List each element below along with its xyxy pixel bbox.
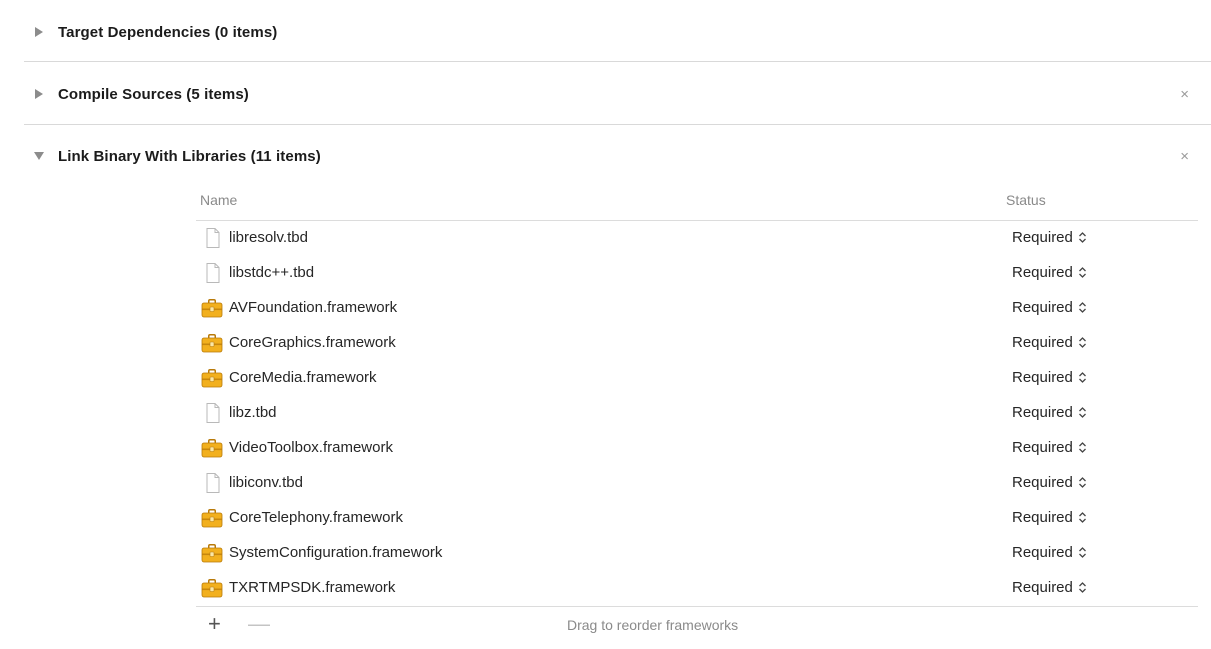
divider (24, 61, 1211, 62)
library-name: libiconv.tbd (229, 474, 303, 491)
add-library-button[interactable]: + (208, 613, 221, 635)
remove-library-button[interactable]: — (248, 613, 270, 635)
popup-stepper-icon (1073, 369, 1087, 386)
framework-toolbox-icon (201, 438, 223, 458)
table-row[interactable]: VideoToolbox.framework Required (196, 431, 1198, 466)
library-name: CoreMedia.framework (229, 369, 377, 386)
table-row[interactable]: CoreGraphics.framework Required (196, 326, 1198, 361)
status-label: Required (1012, 264, 1073, 281)
status-popup-button[interactable]: Required (1012, 509, 1087, 526)
status-label: Required (1012, 439, 1073, 456)
popup-stepper-icon (1073, 509, 1087, 526)
library-name: libresolv.tbd (229, 229, 308, 246)
popup-stepper-icon (1073, 544, 1087, 561)
status-label: Required (1012, 404, 1073, 421)
status-popup-button[interactable]: Required (1012, 264, 1087, 281)
status-popup-button[interactable]: Required (1012, 439, 1087, 456)
popup-stepper-icon (1073, 299, 1087, 316)
disclosure-triangle-collapsed-icon[interactable] (34, 89, 44, 99)
library-name: CoreTelephony.framework (229, 509, 403, 526)
library-name: libstdc++.tbd (229, 264, 315, 281)
table-header: Name Status (196, 185, 1198, 221)
popup-stepper-icon (1073, 404, 1087, 421)
library-name: SystemConfiguration.framework (229, 544, 443, 561)
framework-toolbox-icon (201, 578, 223, 598)
status-popup-button[interactable]: Required (1012, 474, 1087, 491)
popup-stepper-icon (1073, 474, 1087, 491)
file-icon (201, 228, 223, 248)
status-popup-button[interactable]: Required (1012, 579, 1087, 596)
phase-compile-sources: Compile Sources (5 items) × (0, 79, 1211, 109)
remove-phase-button[interactable]: × (1180, 149, 1189, 164)
library-name: CoreGraphics.framework (229, 334, 396, 351)
status-label: Required (1012, 579, 1073, 596)
status-popup-button[interactable]: Required (1012, 334, 1087, 351)
phase-header[interactable]: Compile Sources (5 items) × (0, 79, 1211, 109)
framework-toolbox-icon (201, 508, 223, 528)
table-row[interactable]: SystemConfiguration.framework Required (196, 536, 1198, 571)
popup-stepper-icon (1073, 264, 1087, 281)
table-row[interactable]: CoreTelephony.framework Required (196, 501, 1198, 536)
disclosure-triangle-collapsed-icon[interactable] (34, 27, 44, 37)
status-label: Required (1012, 299, 1073, 316)
status-popup-button[interactable]: Required (1012, 229, 1087, 246)
status-label: Required (1012, 509, 1073, 526)
phase-header[interactable]: Target Dependencies (0 items) (0, 17, 1211, 47)
status-label: Required (1012, 229, 1073, 246)
table-row[interactable]: TXRTMPSDK.framework Required (196, 571, 1198, 606)
phase-title: Compile Sources (5 items) (58, 85, 249, 103)
popup-stepper-icon (1073, 439, 1087, 456)
table-row[interactable]: CoreMedia.framework Required (196, 361, 1198, 396)
phase-header[interactable]: Link Binary With Libraries (11 items) × (0, 141, 1211, 171)
popup-stepper-icon (1073, 579, 1087, 596)
column-header-name[interactable]: Name (200, 192, 237, 208)
table-footer: + — Drag to reorder frameworks (196, 606, 1198, 649)
library-name: TXRTMPSDK.framework (229, 579, 396, 596)
framework-toolbox-icon (201, 298, 223, 318)
popup-stepper-icon (1073, 229, 1087, 246)
framework-toolbox-icon (201, 543, 223, 563)
status-popup-button[interactable]: Required (1012, 404, 1087, 421)
status-popup-button[interactable]: Required (1012, 369, 1087, 386)
reorder-hint: Drag to reorder frameworks (567, 617, 739, 633)
status-label: Required (1012, 334, 1073, 351)
library-name: libz.tbd (229, 404, 277, 421)
framework-toolbox-icon (201, 333, 223, 353)
divider (24, 124, 1211, 125)
file-icon (201, 403, 223, 423)
phase-link-binary: Link Binary With Libraries (11 items) × (0, 141, 1211, 171)
file-icon (201, 263, 223, 283)
table-body: libresolv.tbd Required libstdc++.tbd Requir… (196, 221, 1198, 606)
libraries-table: Name Status libresolv.tbd Required libstdc… (196, 185, 1198, 649)
status-popup-button[interactable]: Required (1012, 299, 1087, 316)
table-row[interactable]: libresolv.tbd Required (196, 221, 1198, 256)
status-label: Required (1012, 544, 1073, 561)
column-header-status[interactable]: Status (1006, 192, 1046, 208)
phase-target-dependencies: Target Dependencies (0 items) (0, 17, 1211, 47)
phase-title: Link Binary With Libraries (11 items) (58, 147, 321, 165)
status-label: Required (1012, 474, 1073, 491)
disclosure-triangle-expanded-icon[interactable] (34, 151, 44, 161)
popup-stepper-icon (1073, 334, 1087, 351)
file-icon (201, 473, 223, 493)
status-label: Required (1012, 369, 1073, 386)
phase-title: Target Dependencies (0 items) (58, 23, 278, 41)
table-row[interactable]: AVFoundation.framework Required (196, 291, 1198, 326)
framework-toolbox-icon (201, 368, 223, 388)
library-name: AVFoundation.framework (229, 299, 398, 316)
library-name: VideoToolbox.framework (229, 439, 393, 456)
table-row[interactable]: libz.tbd Required (196, 396, 1198, 431)
status-popup-button[interactable]: Required (1012, 544, 1087, 561)
table-row[interactable]: libiconv.tbd Required (196, 466, 1198, 501)
table-row[interactable]: libstdc++.tbd Required (196, 256, 1198, 291)
remove-phase-button[interactable]: × (1180, 87, 1189, 102)
